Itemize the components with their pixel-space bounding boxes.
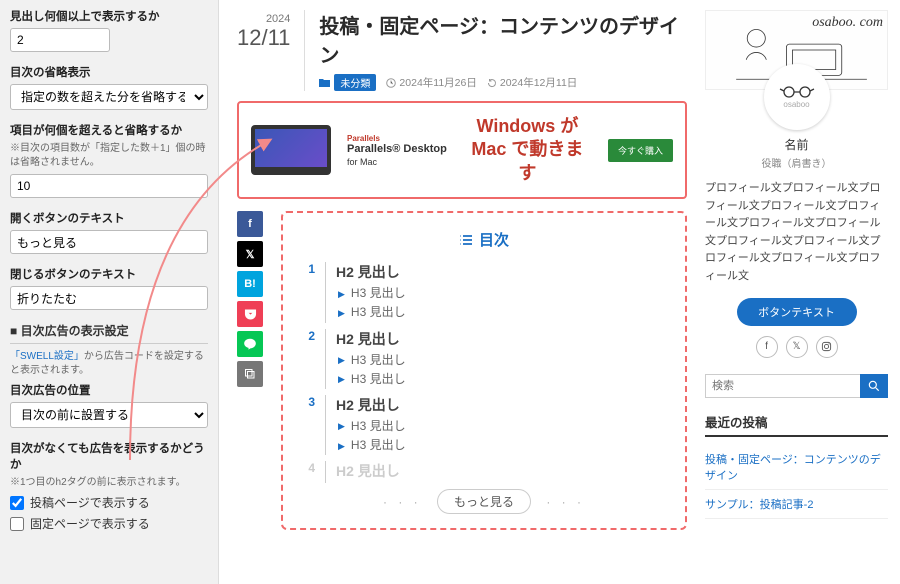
show-without-toc-note: ※1つ目のh2タグの前に表示されます。 — [10, 476, 208, 490]
avatar: osaboo — [764, 64, 830, 130]
toc-section: 4 H2 見出し — [303, 461, 665, 483]
toc-h3-link[interactable]: ▶H3 見出し — [336, 351, 665, 370]
recent-post-item[interactable]: サンプル：投稿記事-2 — [705, 490, 888, 519]
refresh-icon — [487, 78, 497, 88]
profile-name: 名前 — [705, 136, 888, 153]
show-without-toc-label: 目次がなくても広告を表示するかどうか — [10, 440, 208, 472]
ad-copy: Windows がMac で動きます — [463, 115, 592, 185]
ad-image — [251, 125, 331, 175]
swell-settings-link[interactable]: 「SWELL設定」 — [10, 351, 84, 362]
social-x[interactable]: 𝕏 — [786, 336, 808, 358]
share-line[interactable] — [237, 331, 263, 357]
glasses-icon — [779, 86, 815, 98]
toc-section: 2 H2 見出し ▶H3 見出し▶H3 見出し — [303, 329, 665, 389]
caret-right-icon: ▶ — [338, 287, 345, 301]
toc-h3-link[interactable]: ▶H3 見出し — [336, 436, 665, 455]
social-facebook[interactable]: f — [756, 336, 778, 358]
min-heading-label: 見出し何個以上で表示するか — [10, 8, 208, 24]
post-date-badge: 2024 12/11 — [237, 10, 290, 49]
profile-description: プロフィール文プロフィール文プロフィール文プロフィール文プロフィール文プロフィー… — [705, 180, 888, 286]
main-content: 2024 12/11 投稿・固定ページ：コンテンツのデザイン 未分類 — [219, 0, 705, 584]
toc-h2-link[interactable]: H2 見出し — [336, 262, 665, 282]
toc-list: 1H2 見出し▶H3 見出し▶H3 見出し2H2 見出し▶H3 見出し▶H3 見… — [303, 262, 665, 483]
divider — [304, 10, 305, 91]
close-btn-text-label: 閉じるボタンのテキスト — [10, 266, 208, 282]
threshold-label: 項目が何個を超えると省略するか — [10, 122, 208, 138]
min-heading-input[interactable] — [10, 28, 110, 52]
toc-h3-link[interactable]: ▶H3 見出し — [336, 284, 665, 303]
settings-panel: 見出し何個以上で表示するか 目次の省略表示 指定の数を超えた分を省略する 項目が… — [0, 0, 219, 584]
ad-section-header: ■ 目次広告の表示設定 — [10, 322, 208, 344]
toc-h2-link[interactable]: H2 見出し — [336, 329, 665, 349]
toc-num: 1 — [303, 262, 315, 276]
chk-show-on-page-label: 固定ページで表示する — [30, 515, 150, 532]
toc-h3-link[interactable]: ▶H3 見出し — [336, 370, 665, 389]
toc-title: 目次 — [479, 229, 509, 250]
chk-show-on-page[interactable] — [10, 517, 24, 531]
abbrev-label: 目次の省略表示 — [10, 64, 208, 80]
toc: 目次 1H2 見出し▶H3 見出し▶H3 見出し2H2 見出し▶H3 見出し▶H… — [281, 211, 687, 530]
toc-h3-link[interactable]: ▶H3 見出し — [336, 417, 665, 436]
clock-icon — [386, 78, 396, 88]
share-x[interactable]: 𝕏 — [237, 241, 263, 267]
chk-show-on-post[interactable] — [10, 496, 24, 510]
toc-more-button[interactable]: もっと見る — [437, 489, 531, 514]
toc-h3-link[interactable]: ▶H3 見出し — [336, 303, 665, 322]
abbrev-select[interactable]: 指定の数を超えた分を省略する — [10, 84, 208, 110]
cover-logo: osaboo. com — [812, 15, 883, 31]
caret-right-icon: ▶ — [338, 439, 345, 453]
share-copy[interactable] — [237, 361, 263, 387]
social-instagram[interactable] — [816, 336, 838, 358]
search-icon — [867, 379, 881, 393]
toc-num: 2 — [303, 329, 315, 343]
open-btn-text-label: 開くボタンのテキスト — [10, 210, 208, 226]
ad-position-select[interactable]: 目次の前に設置する — [10, 402, 208, 428]
profile-role: 役職（肩書き） — [705, 155, 888, 170]
ad-buy-button[interactable]: 今すぐ購入 — [608, 139, 673, 162]
toc-section: 1 H2 見出し ▶H3 見出し▶H3 見出し — [303, 262, 665, 322]
folder-icon — [319, 78, 330, 87]
profile-sidebar: osaboo. com osaboo 名前 役職（肩書き） プロフィール文プロフ… — [705, 0, 900, 584]
recent-post-item[interactable]: 投稿・固定ページ：コンテンツのデザイン — [705, 445, 888, 490]
caret-right-icon: ▶ — [338, 353, 345, 367]
search-input[interactable] — [705, 374, 860, 398]
close-btn-text-input[interactable] — [10, 286, 208, 310]
threshold-input[interactable] — [10, 174, 208, 198]
toc-section: 3 H2 見出し ▶H3 見出し▶H3 見出し — [303, 395, 665, 455]
open-btn-text-input[interactable] — [10, 230, 208, 254]
threshold-note: ※目次の項目数が「指定した数＋1」個の時は省略されません。 — [10, 142, 208, 170]
search-button[interactable] — [860, 374, 888, 398]
toc-ad[interactable]: Parallels Parallels® Desktop for Mac Win… — [237, 101, 687, 199]
ad-position-label: 目次広告の位置 — [10, 382, 208, 398]
share-bar: f 𝕏 B! — [237, 211, 263, 387]
post-published: 2024年11月26日 — [386, 75, 476, 90]
share-facebook[interactable]: f — [237, 211, 263, 237]
caret-right-icon: ▶ — [338, 306, 345, 320]
caret-right-icon: ▶ — [338, 419, 345, 433]
profile-button[interactable]: ボタンテキスト — [737, 298, 857, 326]
share-pocket[interactable] — [237, 301, 263, 327]
share-hatena[interactable]: B! — [237, 271, 263, 297]
list-icon — [459, 234, 473, 246]
toc-num: 3 — [303, 395, 315, 409]
ad-note: 「SWELL設定」から広告コードを設定すると表示されます。 — [10, 350, 208, 378]
toc-num: 4 — [303, 461, 315, 475]
ad-brand: Parallels Parallels® Desktop for Mac — [347, 133, 447, 168]
post-category[interactable]: 未分類 — [319, 74, 376, 91]
recent-posts-header: 最近の投稿 — [705, 412, 888, 437]
chk-show-on-post-label: 投稿ページで表示する — [30, 494, 150, 511]
toc-h2-link[interactable]: H2 見出し — [336, 395, 665, 415]
caret-right-icon: ▶ — [338, 372, 345, 386]
toc-h2-link[interactable]: H2 見出し — [336, 461, 665, 481]
post-title: 投稿・固定ページ：コンテンツのデザイン — [319, 10, 687, 68]
post-updated: 2024年12月11日 — [487, 75, 577, 90]
